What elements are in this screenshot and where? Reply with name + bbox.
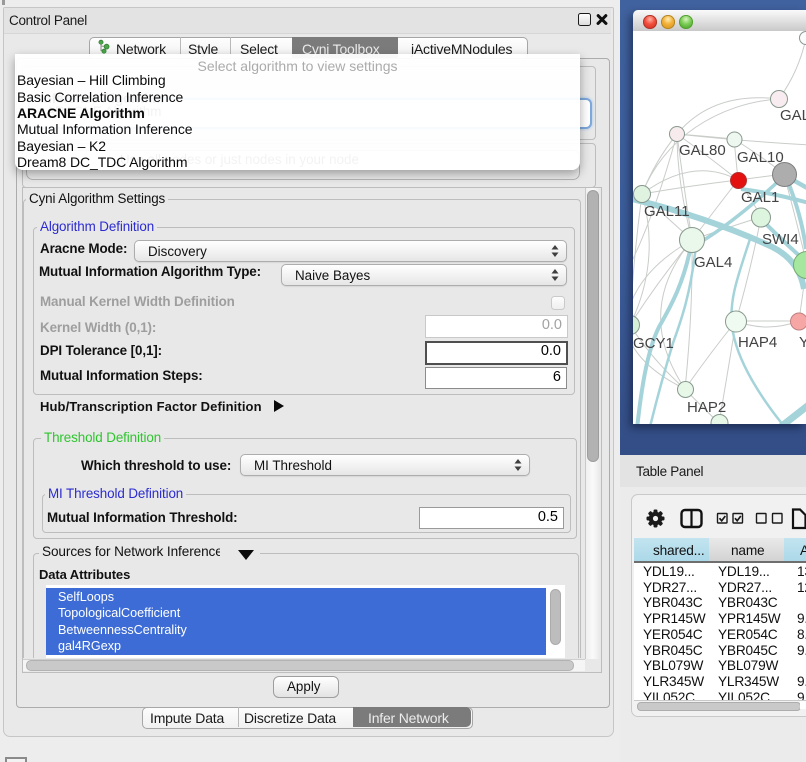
svg-text:GAL4: GAL4: [694, 254, 732, 271]
svg-text:GAL7: GAL7: [780, 107, 806, 124]
svg-text:GAL10: GAL10: [737, 149, 784, 166]
svg-text:HAP4: HAP4: [738, 334, 777, 351]
svg-text:HAP2: HAP2: [687, 399, 726, 416]
svg-text:GAL11: GAL11: [644, 203, 690, 220]
svg-text:GAL1: GAL1: [741, 189, 779, 206]
svg-text:Y: Y: [799, 334, 806, 351]
svg-text:GAL80: GAL80: [679, 142, 726, 159]
svg-text:GCY1: GCY1: [633, 335, 674, 352]
svg-text:SWI4: SWI4: [762, 231, 799, 248]
